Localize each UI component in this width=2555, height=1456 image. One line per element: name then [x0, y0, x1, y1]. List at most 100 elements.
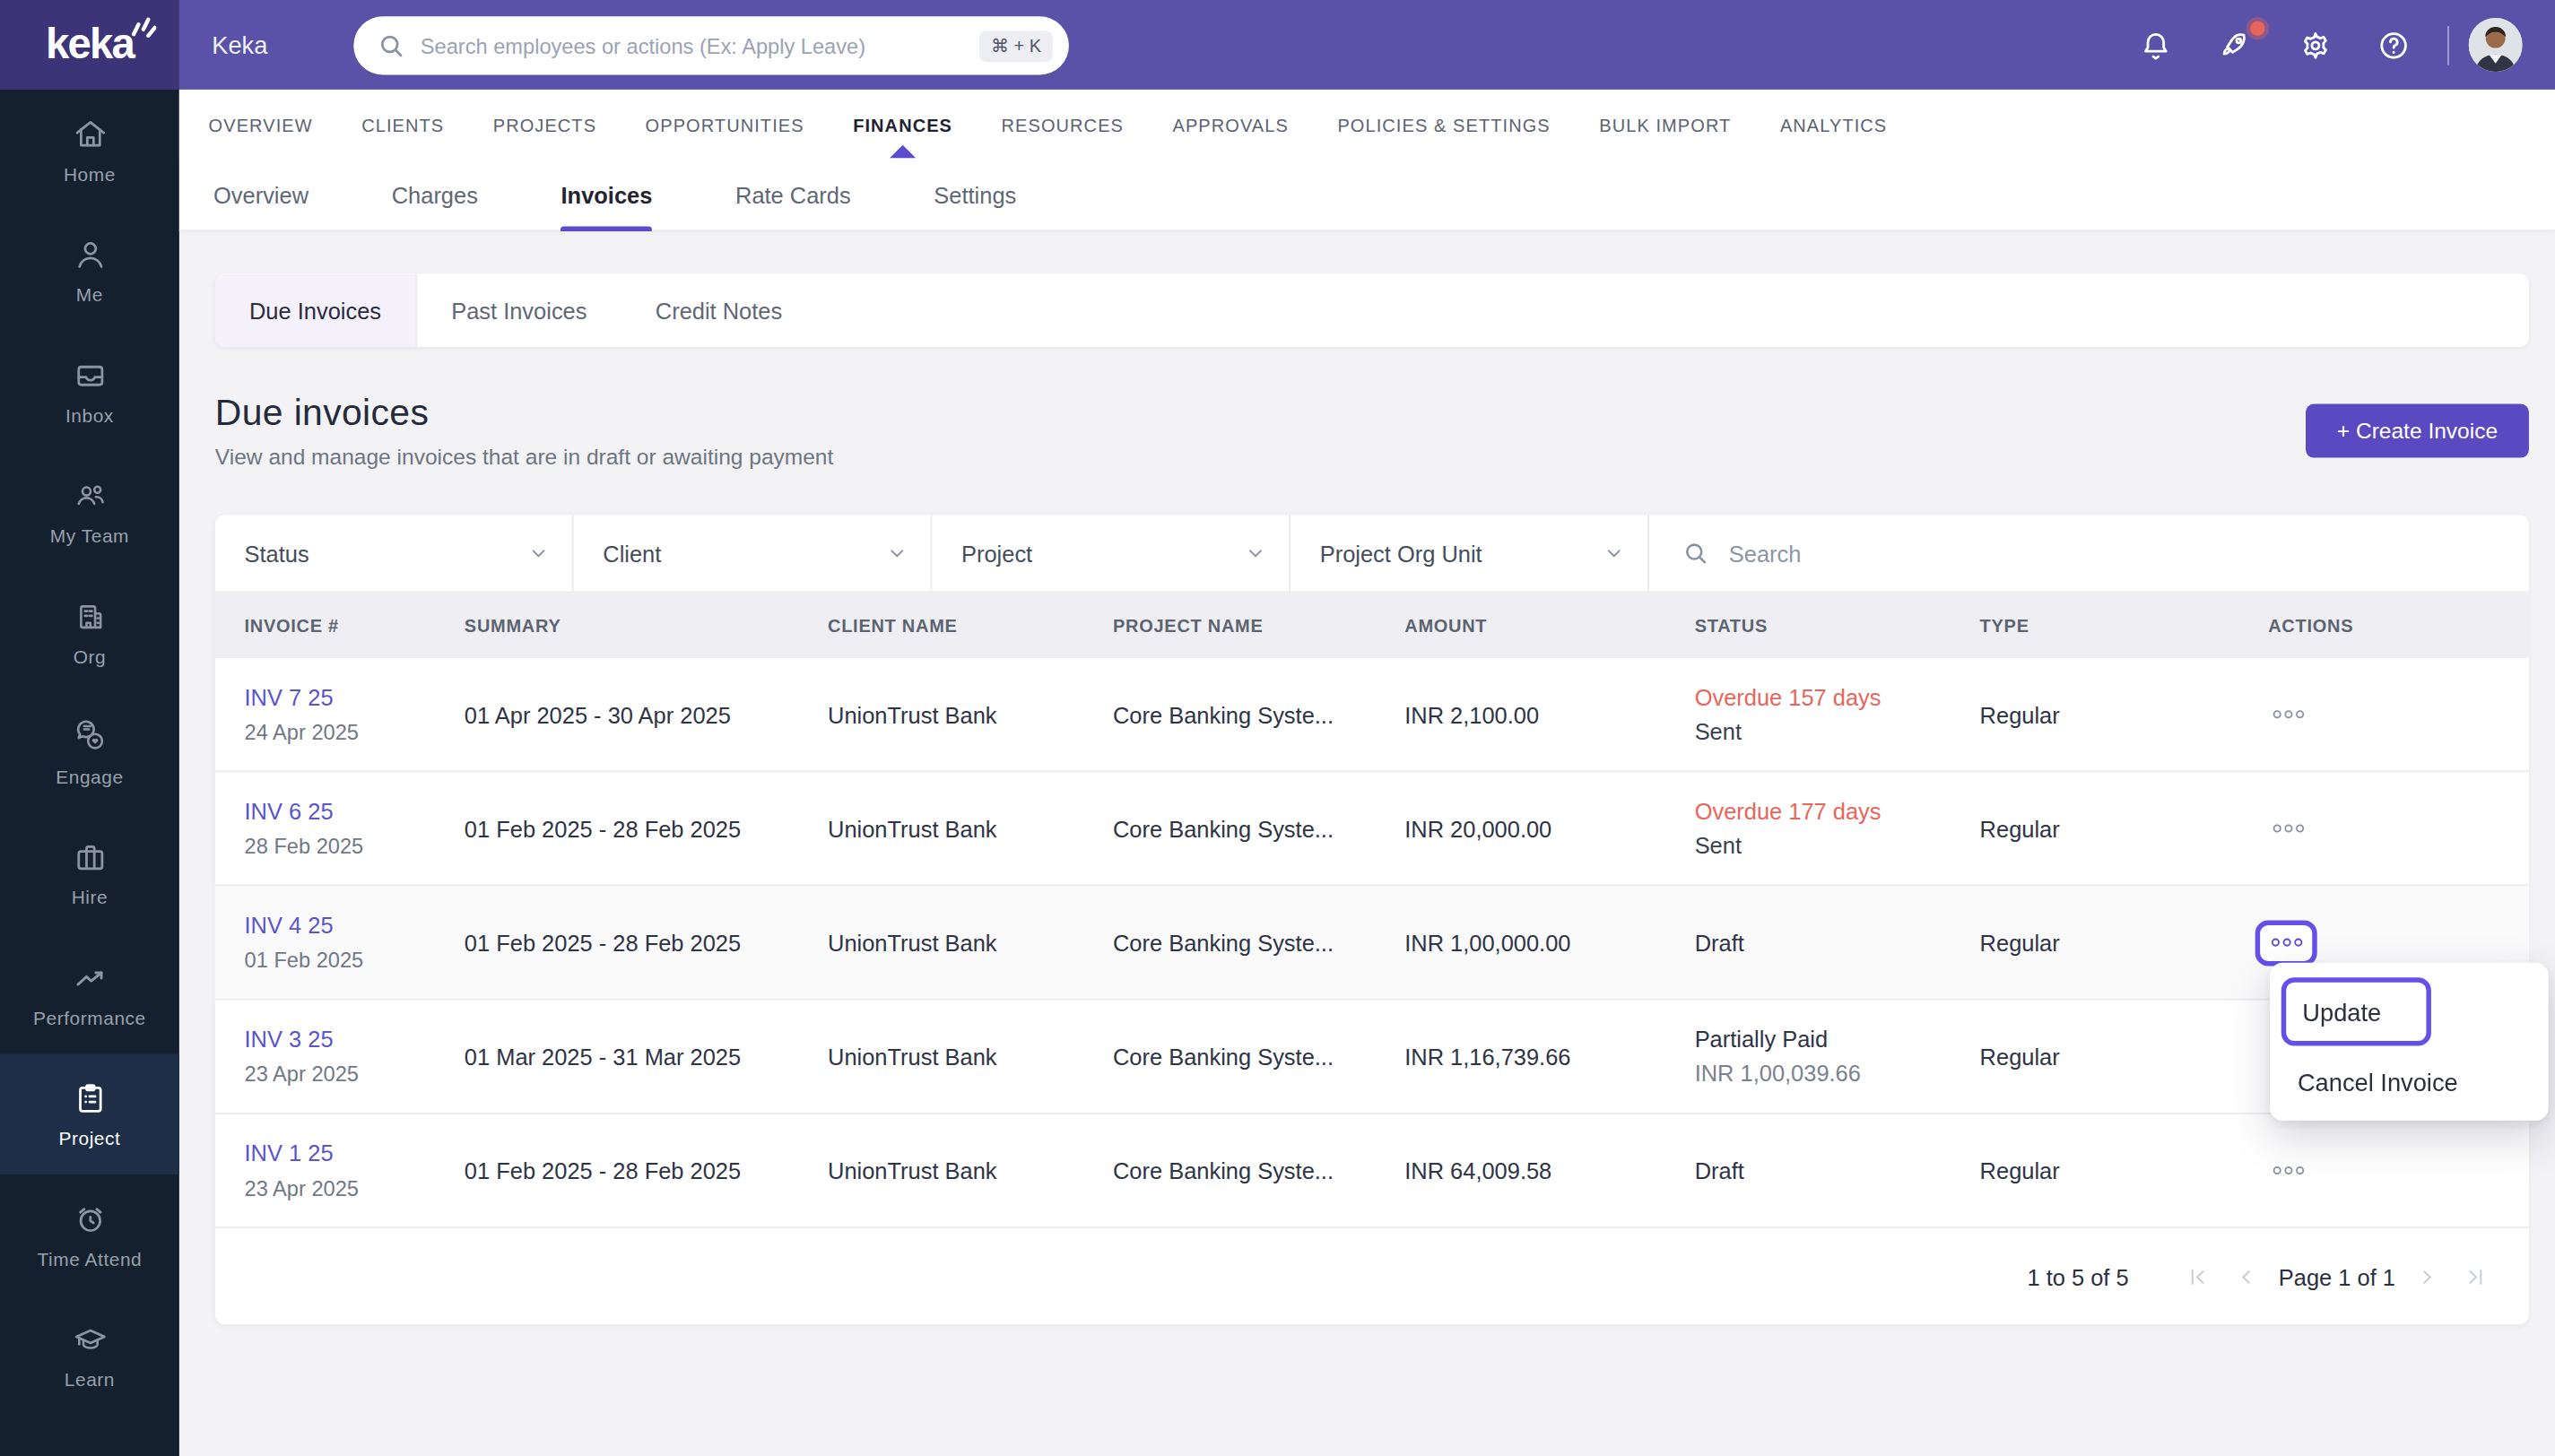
next-page-icon[interactable]	[2402, 1265, 2451, 1287]
building-icon	[71, 598, 109, 636]
team-icon	[71, 477, 109, 515]
sidebar-item-learn[interactable]: Learn	[0, 1295, 179, 1415]
whats-new-rocket-icon[interactable]	[2216, 28, 2252, 64]
invoice-link[interactable]: INV 4 25	[245, 912, 465, 938]
column-header-summary: SUMMARY	[465, 616, 828, 636]
column-header-status: STATUS	[1695, 616, 1980, 636]
filter-dropdown-client[interactable]: Client	[574, 515, 933, 591]
notification-dot	[2250, 22, 2264, 36]
menu-item-cancel-invoice[interactable]: Cancel Invoice	[2298, 1057, 2458, 1106]
subnav-tab-charges[interactable]: Charges	[392, 159, 478, 230]
filter-dropdown-project-org-unit[interactable]: Project Org Unit	[1291, 515, 1649, 591]
client-cell: UnionTrust Bank	[828, 815, 1113, 841]
column-header-client-name: CLIENT NAME	[828, 616, 1113, 636]
subnav-tab-rate-cards[interactable]: Rate Cards	[735, 159, 851, 230]
client-cell: UnionTrust Bank	[828, 1044, 1113, 1070]
project-cell: Core Banking Syste...	[1113, 815, 1404, 841]
amount-cell: INR 20,000.00	[1404, 815, 1694, 841]
row-actions-button[interactable]	[2265, 824, 2311, 832]
sidebar-item-inbox[interactable]: Inbox	[0, 331, 179, 451]
status-subtext: INR 1,00,039.66	[1695, 1061, 1980, 1087]
invoice-link[interactable]: INV 6 25	[245, 798, 465, 824]
table-row[interactable]: INV 6 2528 Feb 2025 01 Feb 2025 - 28 Feb…	[215, 772, 2529, 886]
amount-cell: INR 1,00,000.00	[1404, 930, 1694, 956]
project-cell: Core Banking Syste...	[1113, 701, 1404, 727]
page-title: Due invoices	[215, 393, 429, 435]
filter-dropdown-status[interactable]: Status	[215, 515, 574, 591]
sidebar-item-project[interactable]: Project	[0, 1054, 179, 1174]
module-nav: OVERVIEW CLIENTS PROJECTS OPPORTUNITIES FINA…	[179, 90, 2555, 160]
chevron-down-icon	[528, 542, 550, 564]
nav-tab-analytics[interactable]: ANALYTICS	[1780, 115, 1887, 134]
summary-cell: 01 Apr 2025 - 30 Apr 2025	[465, 701, 828, 727]
nav-tab-policies-settings[interactable]: POLICIES & SETTINGS	[1337, 115, 1550, 134]
last-page-icon[interactable]	[2451, 1265, 2500, 1287]
global-search[interactable]: Search employees or actions (Ex: Apply L…	[353, 16, 1069, 74]
sidebar-item-engage[interactable]: Engage	[0, 692, 179, 812]
user-avatar[interactable]	[2469, 18, 2523, 72]
sidebar-item-performance[interactable]: Performance	[0, 933, 179, 1053]
home-icon	[71, 116, 109, 153]
table-footer: 1 to 5 of 5 Page 1 of 1	[215, 1228, 2529, 1324]
sidebar-item-my-team[interactable]: My Team	[0, 451, 179, 571]
help-icon[interactable]	[2376, 28, 2412, 64]
nav-tab-finances[interactable]: FINANCES	[853, 115, 952, 134]
summary-cell: 01 Feb 2025 - 28 Feb 2025	[465, 1157, 828, 1183]
nav-tab-resources[interactable]: RESOURCES	[1002, 115, 1124, 134]
table-row[interactable]: INV 7 2524 Apr 2025 01 Apr 2025 - 30 Apr…	[215, 658, 2529, 772]
table-search-input[interactable]: Search	[1649, 515, 2529, 591]
sidebar-item-hire[interactable]: Hire	[0, 813, 179, 933]
table-body: INV 7 2524 Apr 2025 01 Apr 2025 - 30 Apr…	[215, 658, 2529, 1228]
settings-gear-icon[interactable]	[2298, 28, 2333, 64]
active-tab-arrow	[890, 144, 916, 158]
active-subnav-underline	[561, 226, 653, 230]
nav-tab-approvals[interactable]: APPROVALS	[1173, 115, 1289, 134]
menu-item-update[interactable]: Update	[2281, 977, 2431, 1045]
nav-tab-overview[interactable]: OVERVIEW	[209, 115, 313, 134]
column-header-amount: AMOUNT	[1404, 616, 1694, 636]
table-row[interactable]: INV 3 2523 Apr 2025 01 Mar 2025 - 31 Mar…	[215, 1001, 2529, 1114]
chevron-down-icon	[1245, 542, 1266, 564]
sidebar-item-time-attend[interactable]: Time Attend	[0, 1174, 179, 1295]
nav-tab-bulk-import[interactable]: BULK IMPORT	[1599, 115, 1731, 134]
table-row[interactable]: INV 1 25 23 Apr 2025 01 Feb 2025 - 28 Feb…	[215, 1114, 2529, 1228]
row-actions-button[interactable]	[2265, 1166, 2311, 1174]
subnav-tab-overview[interactable]: Overview	[213, 159, 309, 230]
sidebar-item-me[interactable]: Me	[0, 210, 179, 330]
invoice-link[interactable]: INV 7 25	[245, 684, 465, 710]
row-actions-button[interactable]	[2265, 710, 2311, 718]
invoice-link[interactable]: INV 1 25	[245, 1140, 465, 1166]
view-tab-past-invoices[interactable]: Past Invoices	[417, 273, 621, 347]
search-icon	[377, 31, 406, 61]
nav-tab-projects[interactable]: PROJECTS	[493, 115, 596, 134]
view-tab-credit-notes[interactable]: Credit Notes	[621, 273, 817, 347]
client-cell: UnionTrust Bank	[828, 701, 1113, 727]
status-subtext: Sent	[1695, 832, 1980, 858]
column-header-actions: ACTIONS	[2248, 616, 2529, 636]
nav-tab-clients[interactable]: CLIENTS	[361, 115, 444, 134]
shortcut-badge: ⌘ + K	[979, 30, 1053, 62]
invoice-link[interactable]: INV 3 25	[245, 1027, 465, 1053]
status-text: Draft	[1695, 930, 1980, 956]
user-icon	[71, 236, 109, 273]
view-tab-due-invoices[interactable]: Due Invoices	[215, 273, 417, 347]
row-actions-menu: Update Cancel Invoice	[2270, 963, 2549, 1121]
notifications-bell-icon[interactable]	[2138, 28, 2174, 64]
table-row[interactable]: INV 4 2501 Feb 2025 01 Feb 2025 - 28 Feb…	[215, 886, 2529, 1000]
sidebar-item-home[interactable]: Home	[0, 90, 179, 210]
invoice-date: 23 Apr 2025	[245, 1176, 465, 1200]
first-page-icon[interactable]	[2175, 1265, 2224, 1287]
project-cell: Core Banking Syste...	[1113, 930, 1404, 956]
row-actions-button-active[interactable]	[2255, 920, 2317, 966]
create-invoice-button[interactable]: + Create Invoice	[2306, 404, 2529, 458]
nav-tab-opportunities[interactable]: OPPORTUNITIES	[646, 115, 804, 134]
filter-dropdown-project[interactable]: Project	[932, 515, 1291, 591]
sidebar-item-org[interactable]: Org	[0, 572, 179, 692]
subnav-tab-settings[interactable]: Settings	[934, 159, 1016, 230]
logo-spark-icon	[130, 14, 156, 37]
keka-logo[interactable]: keka	[0, 0, 179, 90]
search-icon	[1682, 539, 1709, 567]
prev-page-icon[interactable]	[2223, 1265, 2273, 1287]
subnav-tab-invoices[interactable]: Invoices	[561, 159, 653, 230]
chevron-down-icon	[886, 542, 908, 564]
